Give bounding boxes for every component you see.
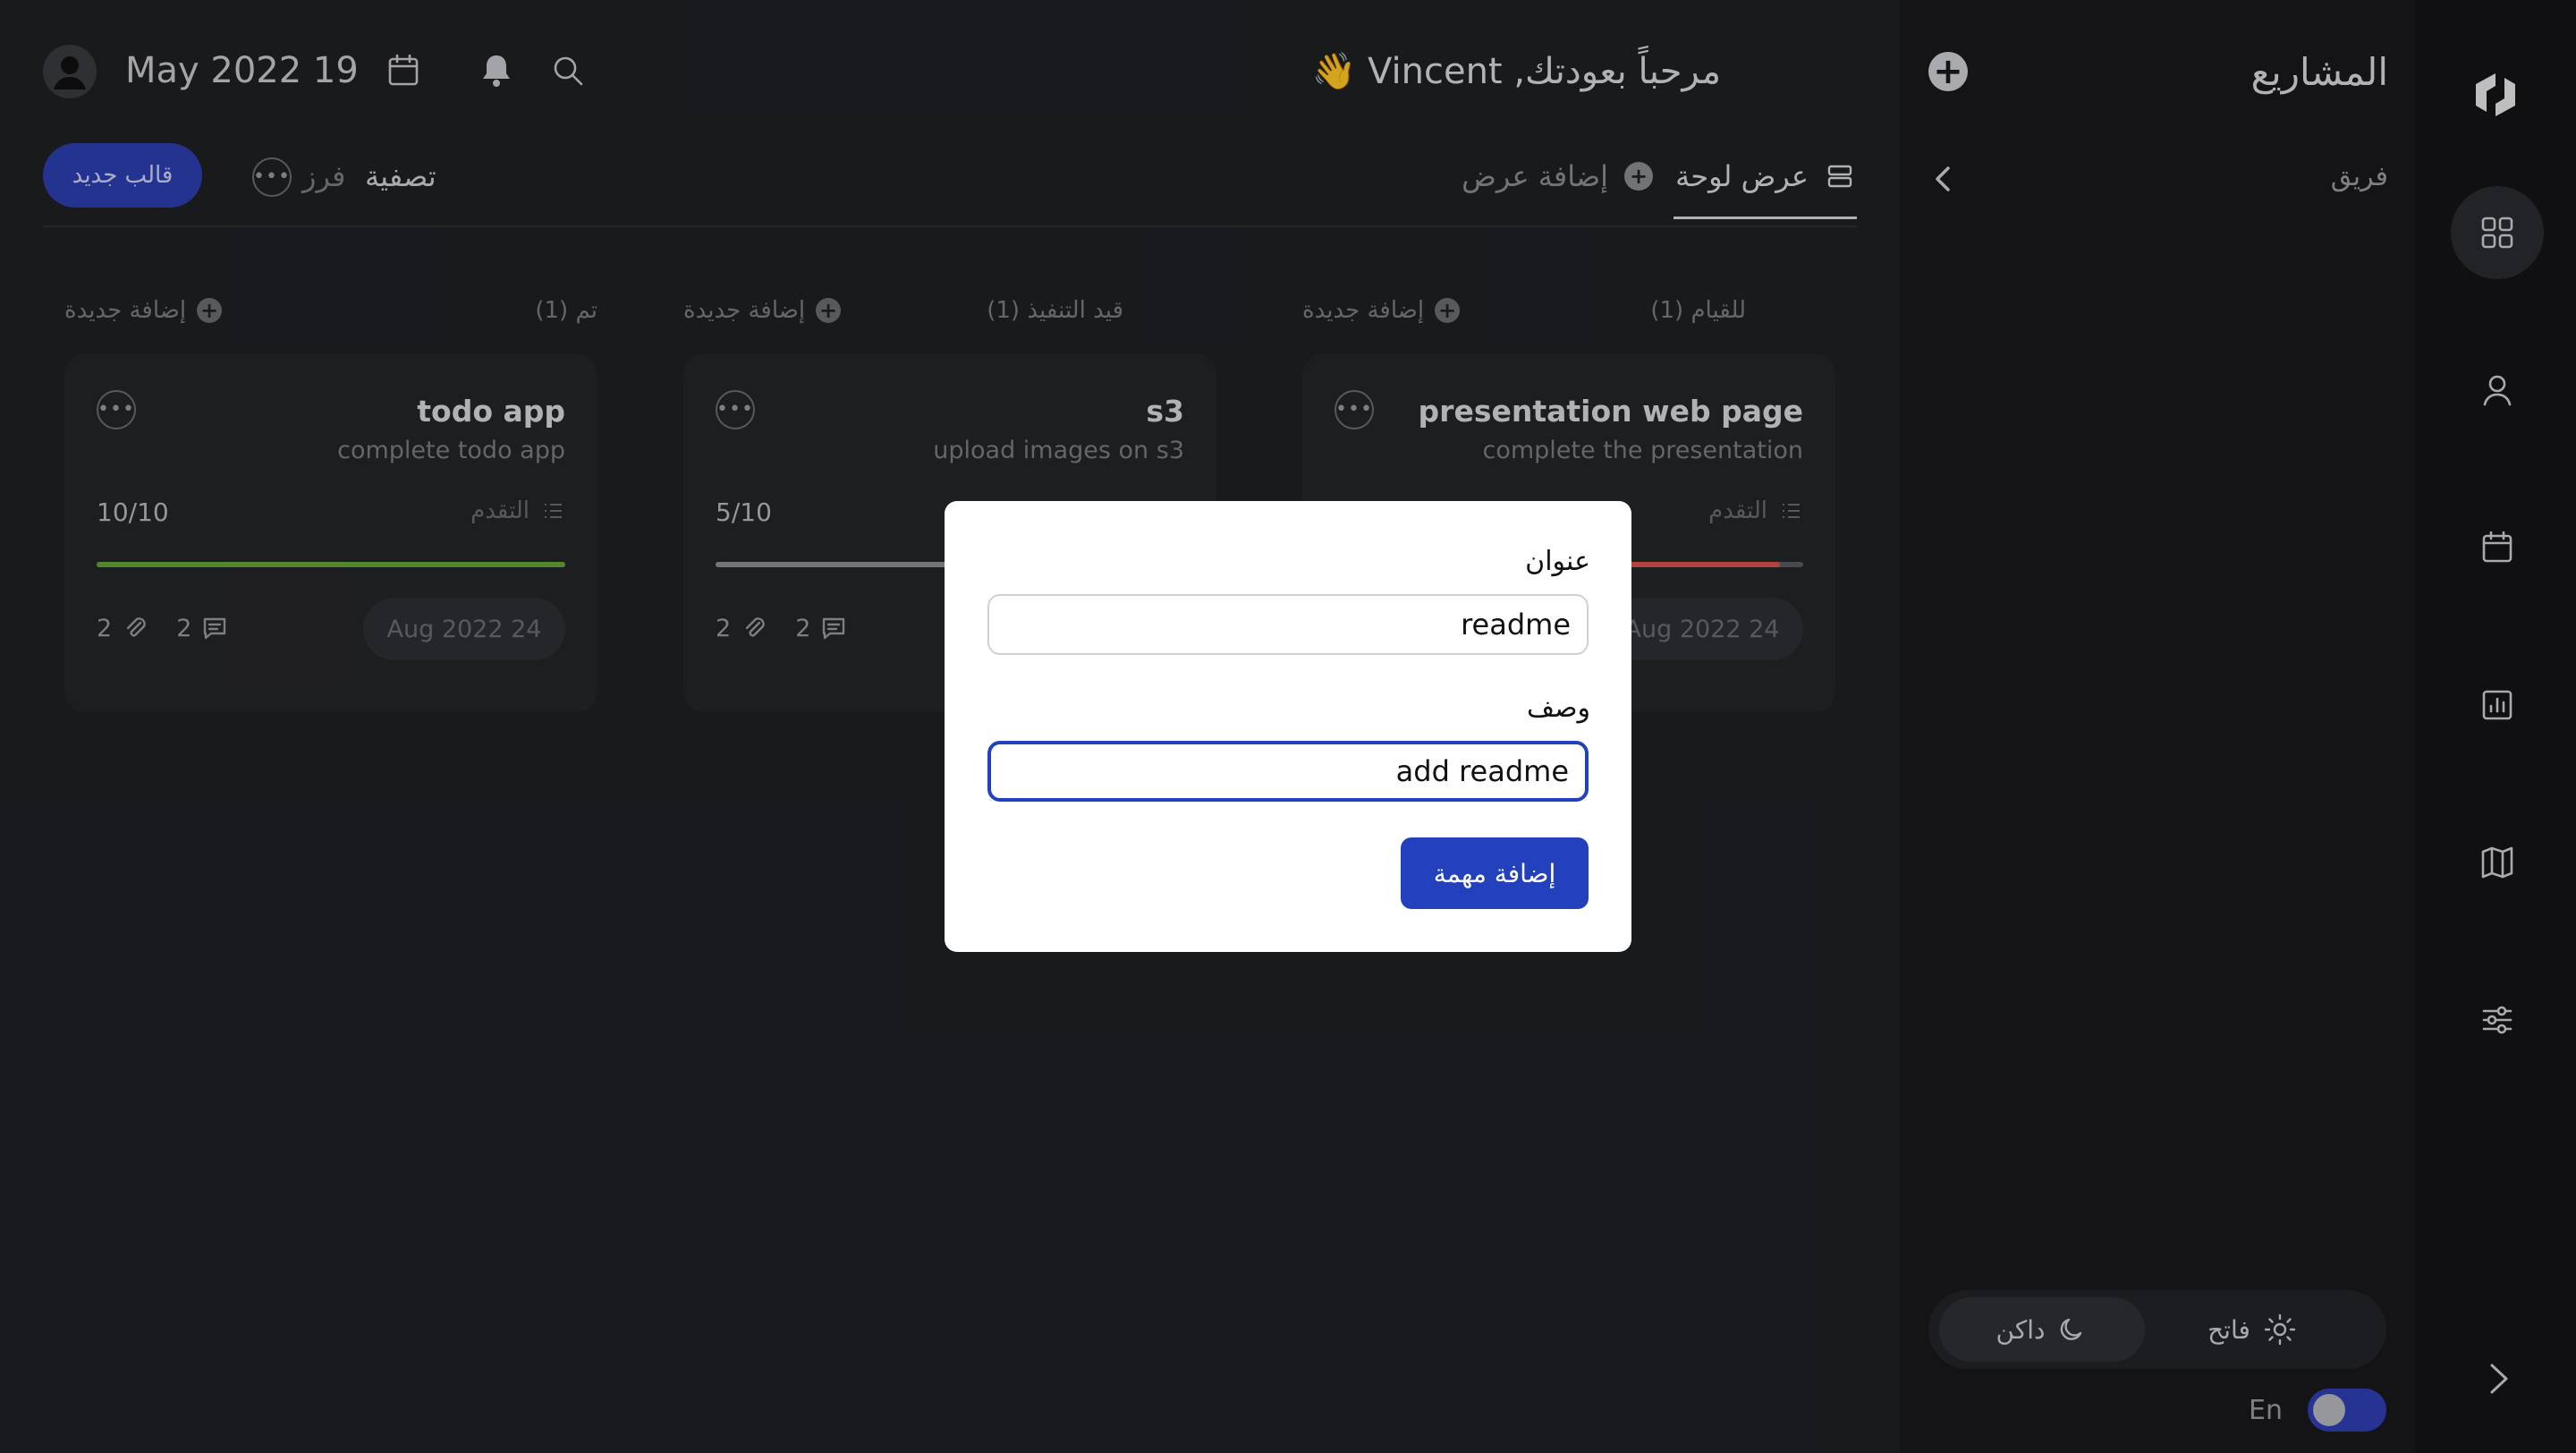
app-root: المشاريع + فريق فاتح داكن En May 2022 19: [0, 0, 2576, 1453]
title-input[interactable]: [987, 594, 1589, 655]
add-task-modal: عنوان وصف إضافة مهمة: [945, 501, 1631, 952]
add-task-button[interactable]: إضافة مهمة: [1401, 837, 1589, 909]
description-field-label: وصف: [1526, 693, 1590, 724]
description-input[interactable]: [987, 741, 1589, 802]
title-field-label: عنوان: [1525, 546, 1590, 577]
